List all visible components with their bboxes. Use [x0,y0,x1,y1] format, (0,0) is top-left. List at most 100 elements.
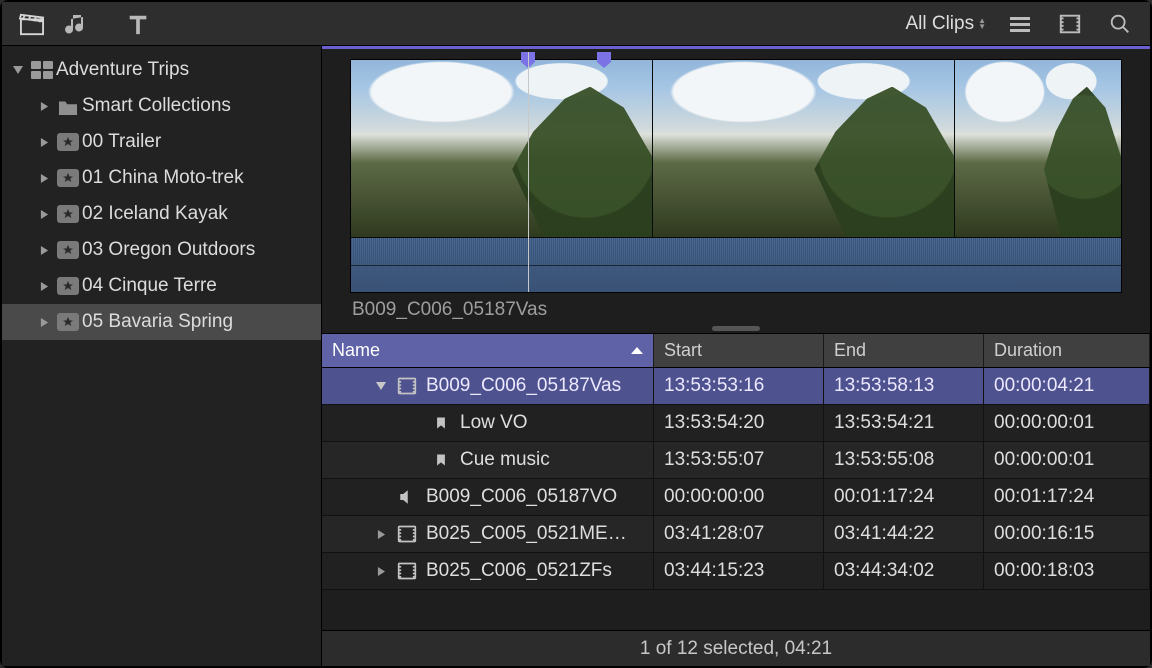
start-cell: 03:44:15:23 [654,553,824,589]
col-start[interactable]: Start [654,334,824,367]
sidebar-item-label: 00 Trailer [82,131,161,153]
clip-name-cell: B025_C005_0521ME… [426,523,627,545]
media-tab-clips[interactable] [10,6,54,42]
playhead[interactable] [528,52,529,292]
table-row[interactable]: B009_C006_05187Vas 13:53:53:16 13:53:58:… [322,368,1150,405]
clip-name-cell: Low VO [460,412,528,434]
clip-filter-label: All Clips [905,13,974,35]
selected-clip-name: B009_C006_05187Vas [322,293,1150,323]
status-bar: 1 of 12 selected, 04:21 [322,630,1150,666]
filmstrip-area [322,49,1150,293]
disclosure-icon[interactable] [34,138,54,147]
disclosure-icon[interactable] [34,174,54,183]
sidebar-item[interactable]: 03 Oregon Outdoors [2,232,321,268]
sidebar-item-label: 01 China Moto-trek [82,167,244,189]
sidebar-item[interactable]: 05 Bavaria Spring [2,304,321,340]
clip-name-cell: Cue music [460,449,550,471]
row-disclosure-icon[interactable] [374,530,388,539]
title-icon [125,12,151,36]
star-icon [54,133,82,151]
search-button[interactable] [1098,6,1142,42]
library-row[interactable]: Adventure Trips [2,52,321,88]
duration-cell: 00:00:16:15 [984,516,1150,552]
status-text: 1 of 12 selected, 04:21 [640,638,832,660]
folder-icon [54,97,82,115]
music-icon [63,12,89,36]
table-row[interactable]: B025_C005_0521ME… 03:41:28:07 03:41:44:2… [322,516,1150,553]
sidebar-item[interactable]: 01 China Moto-trek [2,160,321,196]
end-cell: 00:01:17:24 [824,479,984,515]
media-tab-music[interactable] [54,6,98,42]
view-mode-filmstrip[interactable] [1048,6,1092,42]
table-row[interactable]: Cue music 13:53:55:07 13:53:55:08 00:00:… [322,442,1150,479]
sidebar-item-label: 02 Iceland Kayak [82,203,228,225]
video-icon [396,524,418,544]
duration-cell: 00:00:04:21 [984,368,1150,404]
col-name[interactable]: Name [322,334,654,367]
star-icon [54,169,82,187]
end-cell: 13:53:58:13 [824,368,984,404]
filmstrip[interactable] [350,59,1122,293]
start-cell: 13:53:55:07 [654,442,824,478]
sidebar-item[interactable]: Smart Collections [2,88,321,124]
star-icon [54,241,82,259]
timeline-marker[interactable] [597,52,611,73]
marker-icon [430,452,452,468]
table-row[interactable]: Low VO 13:53:54:20 13:53:54:21 00:00:00:… [322,405,1150,442]
thumbnail-frame [351,60,652,237]
col-end[interactable]: End [824,334,984,367]
sidebar-item-label: Smart Collections [82,95,231,117]
browser-toolbar: All Clips ▲▼ [2,2,1150,46]
disclosure-icon[interactable] [34,246,54,255]
horizontal-split-handle[interactable] [322,323,1150,333]
start-cell: 13:53:54:20 [654,405,824,441]
end-cell: 13:53:54:21 [824,405,984,441]
video-icon [396,376,418,396]
clip-browser: B009_C006_05187Vas Name Start End Durati… [322,46,1150,666]
search-icon [1108,12,1132,36]
table-row[interactable]: B025_C006_0521ZFs 03:44:15:23 03:44:34:0… [322,553,1150,590]
library-icon [28,61,56,79]
disclosure-icon[interactable] [34,102,54,111]
list-view-icon [1007,12,1033,36]
sidebar-item[interactable]: 02 Iceland Kayak [2,196,321,232]
disclosure-icon[interactable] [34,318,54,327]
sidebar-item-label: 04 Cinque Terre [82,275,217,297]
clip-table: Name Start End Duration B009_C006_05187V… [322,333,1150,630]
disclosure-icon[interactable] [34,282,54,291]
clip-filter-popup[interactable]: All Clips ▲▼ [899,13,992,35]
row-disclosure-icon[interactable] [374,381,388,391]
end-cell: 03:41:44:22 [824,516,984,552]
end-cell: 13:53:55:08 [824,442,984,478]
disclosure-icon[interactable] [8,65,28,75]
app-root: All Clips ▲▼ Adve [0,0,1152,668]
star-icon [54,205,82,223]
clip-name-cell: B025_C006_0521ZFs [426,560,612,582]
duration-cell: 00:01:17:24 [984,479,1150,515]
media-tab-titles[interactable] [116,6,160,42]
star-icon [54,277,82,295]
main-split: Adventure Trips Smart Collections 00 Tra… [2,46,1150,666]
disclosure-icon[interactable] [34,210,54,219]
updown-icon: ▲▼ [978,18,986,30]
marker-icon [597,52,611,68]
library-name: Adventure Trips [56,59,189,81]
duration-cell: 00:00:18:03 [984,553,1150,589]
sidebar-item[interactable]: 00 Trailer [2,124,321,160]
start-cell: 00:00:00:00 [654,479,824,515]
row-disclosure-icon[interactable] [374,567,388,576]
sidebar-item[interactable]: 04 Cinque Terre [2,268,321,304]
star-icon [54,313,82,331]
duration-cell: 00:00:00:01 [984,442,1150,478]
table-row[interactable]: B009_C006_05187VO 00:00:00:00 00:01:17:2… [322,479,1150,516]
audio-waveform [351,237,1121,292]
start-cell: 03:41:28:07 [654,516,824,552]
table-header: Name Start End Duration [322,334,1150,368]
sort-asc-icon [631,347,643,355]
clip-name-cell: B009_C006_05187VO [426,486,617,508]
view-mode-list[interactable] [998,6,1042,42]
col-duration[interactable]: Duration [984,334,1150,367]
video-icon [396,561,418,581]
start-cell: 13:53:53:16 [654,368,824,404]
thumbnail-frame [652,60,954,237]
